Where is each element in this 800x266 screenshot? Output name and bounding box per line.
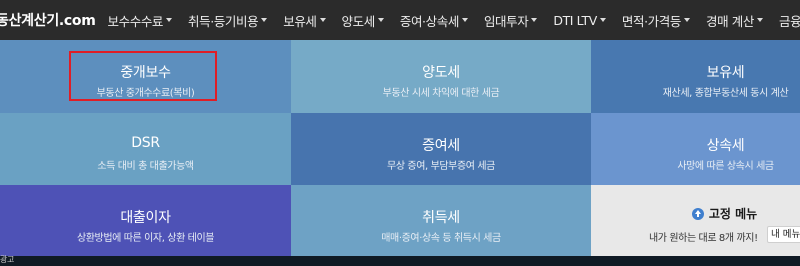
nav-item-transfer-tax[interactable]: 양도세 xyxy=(342,11,384,30)
tile-title: 대출이자 xyxy=(120,210,171,226)
nav-item-gift-inheritance-tax[interactable]: 증여·상속세 xyxy=(400,11,468,30)
nav-item-acquisition-costs[interactable]: 취득·등기비용 xyxy=(188,11,268,30)
nav-item-area-price[interactable]: 면적·가격등 xyxy=(622,11,690,30)
footer-strip: 광고 xyxy=(0,255,800,266)
caret-down-icon xyxy=(319,18,326,22)
tile-title: 증여세 xyxy=(422,138,460,154)
site-logo[interactable]: 동산계산기.com xyxy=(0,10,96,30)
caret-down-icon xyxy=(166,18,173,22)
nav-item-label: 경매 계산 xyxy=(705,13,754,29)
tile-title: 보유세 xyxy=(706,65,745,81)
nav-item-rental-investment[interactable]: 임대투자 xyxy=(483,11,538,30)
tile-title: DSR xyxy=(131,135,160,151)
caret-down-icon xyxy=(377,18,384,22)
tile-acquisition-tax[interactable]: 취득세 매매·증여·상속 등 취득시 세금 xyxy=(291,185,591,256)
fixed-menu-title: 고정 메뉴 xyxy=(708,207,758,221)
calculator-tile-grid: 중개보수 부동산 중개수수료(복비) 양도세 부동산 시세 차익에 대한 세금 … xyxy=(0,40,800,256)
tile-gift-tax[interactable]: 증여세 무상 증여, 부담부증여 세금 xyxy=(291,113,591,185)
my-menu-button[interactable]: 내 메뉴 xyxy=(767,226,800,243)
nav-item-dti-ltv[interactable]: DTI LTV xyxy=(553,13,606,28)
tile-fixed-menu[interactable]: 고정 메뉴 내가 원하는 대로 8개 까지! 내 메뉴 xyxy=(591,185,800,256)
fixed-menu-heading: 고정 메뉴 xyxy=(591,205,800,222)
tile-holding-tax[interactable]: 보유세 재산세, 종합부동산세 동시 계산 xyxy=(591,40,800,113)
caret-down-icon xyxy=(461,18,468,22)
tile-subtitle: 매매·증여·상속 등 취득시 세금 xyxy=(381,233,501,244)
ad-label: 광고 xyxy=(0,255,15,264)
tile-subtitle: 소득 대비 총 대출가능액 xyxy=(97,161,194,172)
caret-down-icon xyxy=(261,18,268,22)
top-nav: 동산계산기.com 보수수수료 취득·등기비용 보유세 양도세 증여·상속세 임… xyxy=(0,0,800,40)
tile-subtitle: 부동산 시세 차익에 대한 세금 xyxy=(382,88,500,99)
tile-brokerage-fee[interactable]: 중개보수 부동산 중개수수료(복비) xyxy=(0,40,291,113)
nav-item-auction-calc[interactable]: 경매 계산 xyxy=(706,11,763,30)
tile-transfer-tax[interactable]: 양도세 부동산 시세 차익에 대한 세금 xyxy=(291,40,591,113)
nav-item-label: 양도세 xyxy=(341,13,376,29)
nav-item-label: 면적·가격등 xyxy=(621,13,681,29)
caret-down-icon xyxy=(683,18,690,22)
tile-title: 양도세 xyxy=(422,65,460,81)
tile-inheritance-tax[interactable]: 상속세 사망에 따른 상속시 세금 xyxy=(591,113,800,185)
nav-item-label: 임대투자 xyxy=(483,13,529,29)
caret-down-icon xyxy=(756,18,763,22)
nav-item-brokerage-fees[interactable]: 보수수수료 xyxy=(108,11,173,30)
nav-item-label: 보유세 xyxy=(283,13,317,29)
nav-item-finance-calc[interactable]: 금융 계산 xyxy=(779,11,800,30)
tile-dsr[interactable]: DSR 소득 대비 총 대출가능액 xyxy=(0,113,291,185)
nav-item-label: 취득·등기비용 xyxy=(188,13,259,29)
tile-loan-interest[interactable]: 대출이자 상환방법에 따른 이자, 상환 테이블 xyxy=(0,185,291,256)
highlight-box xyxy=(69,51,217,101)
nav-item-holding-tax[interactable]: 보유세 xyxy=(283,11,326,30)
arrow-up-circle-icon xyxy=(691,207,704,220)
nav-item-label: DTI LTV xyxy=(553,12,597,28)
tile-title: 취득세 xyxy=(422,210,460,226)
caret-down-icon xyxy=(531,18,538,22)
tile-subtitle: 사망에 따른 상속시 세금 xyxy=(677,161,774,172)
nav-item-label: 증여·상속세 xyxy=(399,13,459,29)
nav-item-label: 금융 계산 xyxy=(778,13,800,29)
tile-subtitle: 무상 증여, 부담부증여 세금 xyxy=(387,161,495,172)
fixed-menu-description: 내가 원하는 대로 8개 까지! xyxy=(649,233,758,244)
tile-title: 상속세 xyxy=(706,138,745,154)
caret-down-icon xyxy=(599,18,606,22)
nav-item-label: 보수수수료 xyxy=(107,13,164,29)
tile-subtitle: 상환방법에 따른 이자, 상환 테이블 xyxy=(76,233,215,244)
tile-subtitle: 재산세, 종합부동산세 동시 계산 xyxy=(662,88,789,99)
